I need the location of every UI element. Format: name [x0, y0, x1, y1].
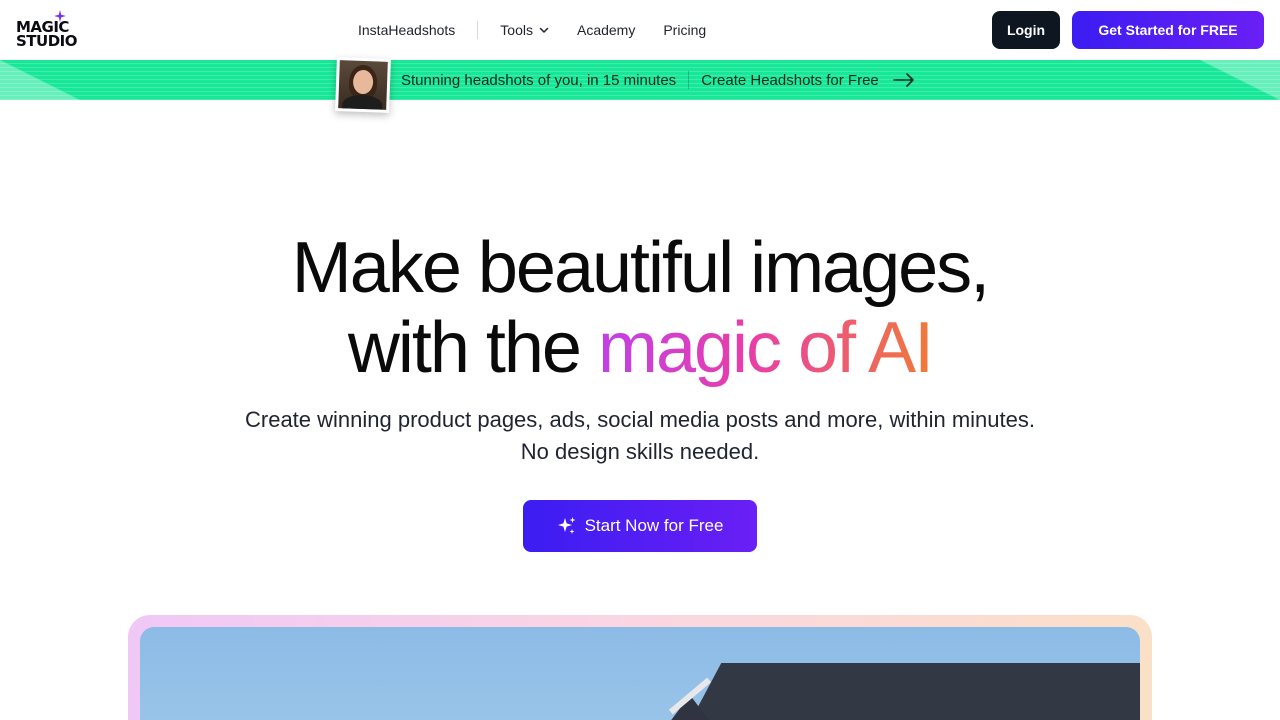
nav-item-pricing[interactable]: Pricing	[649, 0, 720, 60]
nav-label: Tools	[500, 22, 533, 38]
arrow-right-icon	[892, 73, 914, 87]
start-now-label: Start Now for Free	[584, 516, 724, 535]
house-roof	[678, 663, 1140, 720]
banner-cta-link[interactable]: Create Headshots for Free	[701, 72, 879, 89]
main-nav: InstaHeadshots Tools Academy Pricing	[344, 0, 720, 60]
hero-title-line1: Make beautiful images,	[291, 228, 990, 308]
nav-label: Academy	[576, 22, 636, 38]
magic-studio-logo[interactable]: MAGIC STUDIO	[16, 10, 78, 51]
logo-text-line2: STUDIO	[16, 32, 78, 50]
hero-subtitle-line2: No design skills needed.	[520, 439, 760, 464]
hero-preview-frame	[128, 615, 1152, 720]
nav-label: Pricing	[663, 22, 707, 38]
banner-content[interactable]: Stunning headshots of you, in 15 minutes…	[401, 60, 915, 100]
hero-title: Make beautiful images, with the magic of…	[0, 228, 1280, 388]
get-started-button[interactable]: Get Started for FREE	[1072, 11, 1264, 49]
headshot-avatar	[335, 57, 391, 113]
hero-preview-image	[140, 627, 1140, 720]
nav-label: InstaHeadshots	[358, 22, 456, 38]
hero-subtitle-line1: Create winning product pages, ads, socia…	[245, 407, 1035, 432]
login-button[interactable]: Login	[992, 11, 1060, 49]
hero-title-line2-plain: with the	[347, 308, 598, 388]
banner-decoration-right	[1200, 60, 1280, 100]
start-now-button[interactable]: Start Now for Free	[523, 500, 757, 552]
nav-divider	[477, 21, 479, 39]
hero-title-highlight: magic of AI	[597, 308, 934, 388]
site-header: MAGIC STUDIO InstaHeadshots Tools Academ…	[0, 0, 1280, 60]
chevron-down-icon	[539, 27, 549, 33]
banner-decoration-left	[0, 60, 80, 100]
sparkles-icon	[557, 517, 576, 534]
banner-message: Stunning headshots of you, in 15 minutes	[401, 71, 677, 89]
nav-item-instaheadshots[interactable]: InstaHeadshots	[344, 0, 469, 60]
nav-item-tools[interactable]: Tools	[486, 0, 563, 60]
nav-item-academy[interactable]: Academy	[563, 0, 649, 60]
banner-divider	[688, 71, 690, 89]
hero-subtitle: Create winning product pages, ads, socia…	[0, 404, 1280, 468]
